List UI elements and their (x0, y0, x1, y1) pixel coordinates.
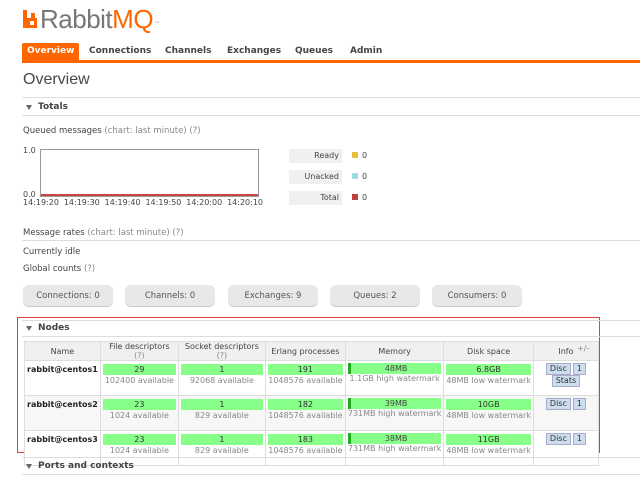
legend-total: Total 0 (289, 191, 389, 205)
legend-ready: Ready 0 (289, 149, 389, 163)
x-tick: 14:19:40 (104, 198, 141, 207)
rabbit-logo-icon (23, 10, 37, 28)
column-toggle-plusminus[interactable]: +/- (577, 344, 589, 353)
table-row[interactable]: rabbit@centos1 29 102400 available 1 92068… (24, 360, 599, 396)
table-header-row: Name File descriptors (?) Socket descrip… (24, 341, 599, 361)
col-name: Name (24, 341, 101, 361)
stats-badge: Stats (551, 375, 581, 387)
node-name-link[interactable]: rabbit@centos1 (24, 360, 101, 396)
queued-messages-label: Queued messages (chart: last minute) (?) (23, 126, 201, 136)
divider (22, 336, 640, 337)
col-erlang-processes: Erlang processes (264, 341, 346, 361)
connections-count-button[interactable]: Connections: 0 (23, 285, 113, 307)
tab-channels[interactable]: Channels (165, 43, 211, 60)
rabbitmq-logo: RabbitMQ ™ (23, 6, 160, 32)
x-tick: 14:19:30 (63, 198, 100, 207)
logo-trademark: ™ (154, 21, 161, 28)
currently-idle-text: Currently idle (23, 247, 81, 257)
queued-messages-chart (40, 149, 259, 197)
divider (22, 474, 640, 475)
collapse-triangle-icon (26, 463, 32, 469)
x-tick: 14:19:50 (145, 198, 182, 207)
ports-section-toggle[interactable]: Ports and contexts (26, 458, 134, 474)
page-title: Overview (23, 71, 90, 88)
divider (22, 240, 640, 241)
x-tick: 14:20:10 (227, 198, 263, 207)
channels-count-button[interactable]: Channels: 0 (125, 285, 215, 307)
col-socket-descriptors: Socket descriptors (?) (177, 341, 266, 361)
tab-connections[interactable]: Connections (89, 43, 151, 60)
node-name-link[interactable]: rabbit@centos2 (24, 395, 101, 431)
exchanges-count-button[interactable]: Exchanges: 9 (228, 285, 318, 307)
nodes-header: Nodes (38, 323, 70, 333)
y-axis-top: 1.0 (23, 146, 36, 155)
col-disk-space: Disk space (443, 341, 534, 361)
ports-header: Ports and contexts (38, 461, 134, 471)
total-series-line (41, 194, 258, 196)
message-rates-label: Message rates (chart: last minute) (?) (23, 228, 184, 238)
nodes-table: Name File descriptors (?) Socket descrip… (24, 341, 599, 466)
logo-text-rabbit: Rabbit (40, 4, 113, 34)
divider (22, 97, 640, 98)
help-link[interactable]: (?) (84, 264, 95, 274)
divider (22, 320, 640, 321)
x-tick: 14:19:20 (23, 198, 59, 207)
tab-queues[interactable]: Queues (295, 43, 333, 60)
col-memory: Memory (344, 341, 445, 361)
table-row[interactable]: rabbit@centos2 23 1024 available 1 829 ava… (24, 395, 599, 431)
queues-count-button[interactable]: Queues: 2 (330, 285, 420, 307)
totals-section-toggle[interactable]: Totals (26, 99, 68, 115)
consumers-count-button[interactable]: Consumers: 0 (432, 285, 522, 307)
tab-exchanges[interactable]: Exchanges (227, 43, 281, 60)
legend-unacked: Unacked 0 (289, 170, 389, 184)
global-counts-label: Global counts (?) (23, 264, 96, 274)
divider (22, 115, 640, 116)
col-file-descriptors: File descriptors (?) (99, 341, 179, 361)
disc-badge: Disc (545, 398, 571, 410)
totals-header: Totals (38, 102, 68, 112)
main-tabs: Overview Connections Channels Exchanges … (22, 43, 640, 63)
tab-admin[interactable]: Admin (350, 43, 382, 60)
x-axis-ticks: 14:19:20 14:19:30 14:19:40 14:19:50 14:2… (23, 198, 263, 207)
disc-badge: Disc (545, 433, 571, 445)
help-link[interactable]: (?) (189, 126, 200, 136)
x-tick: 14:20:00 (186, 198, 223, 207)
count-badge: 1 (572, 398, 586, 410)
nodes-section-toggle[interactable]: Nodes (26, 320, 70, 336)
disc-badge: Disc (545, 363, 571, 375)
tab-overview[interactable]: Overview (22, 43, 80, 60)
node-info: Disc 1 (532, 430, 599, 466)
node-info: Disc 1Stats (532, 360, 599, 396)
collapse-triangle-icon (26, 325, 32, 331)
logo-text-mq: MQ (112, 4, 154, 34)
collapse-triangle-icon (26, 104, 32, 110)
help-link[interactable]: (?) (172, 228, 183, 238)
count-badge: 1 (572, 433, 586, 445)
node-info: Disc 1 (532, 395, 599, 431)
count-badge: 1 (572, 363, 586, 375)
